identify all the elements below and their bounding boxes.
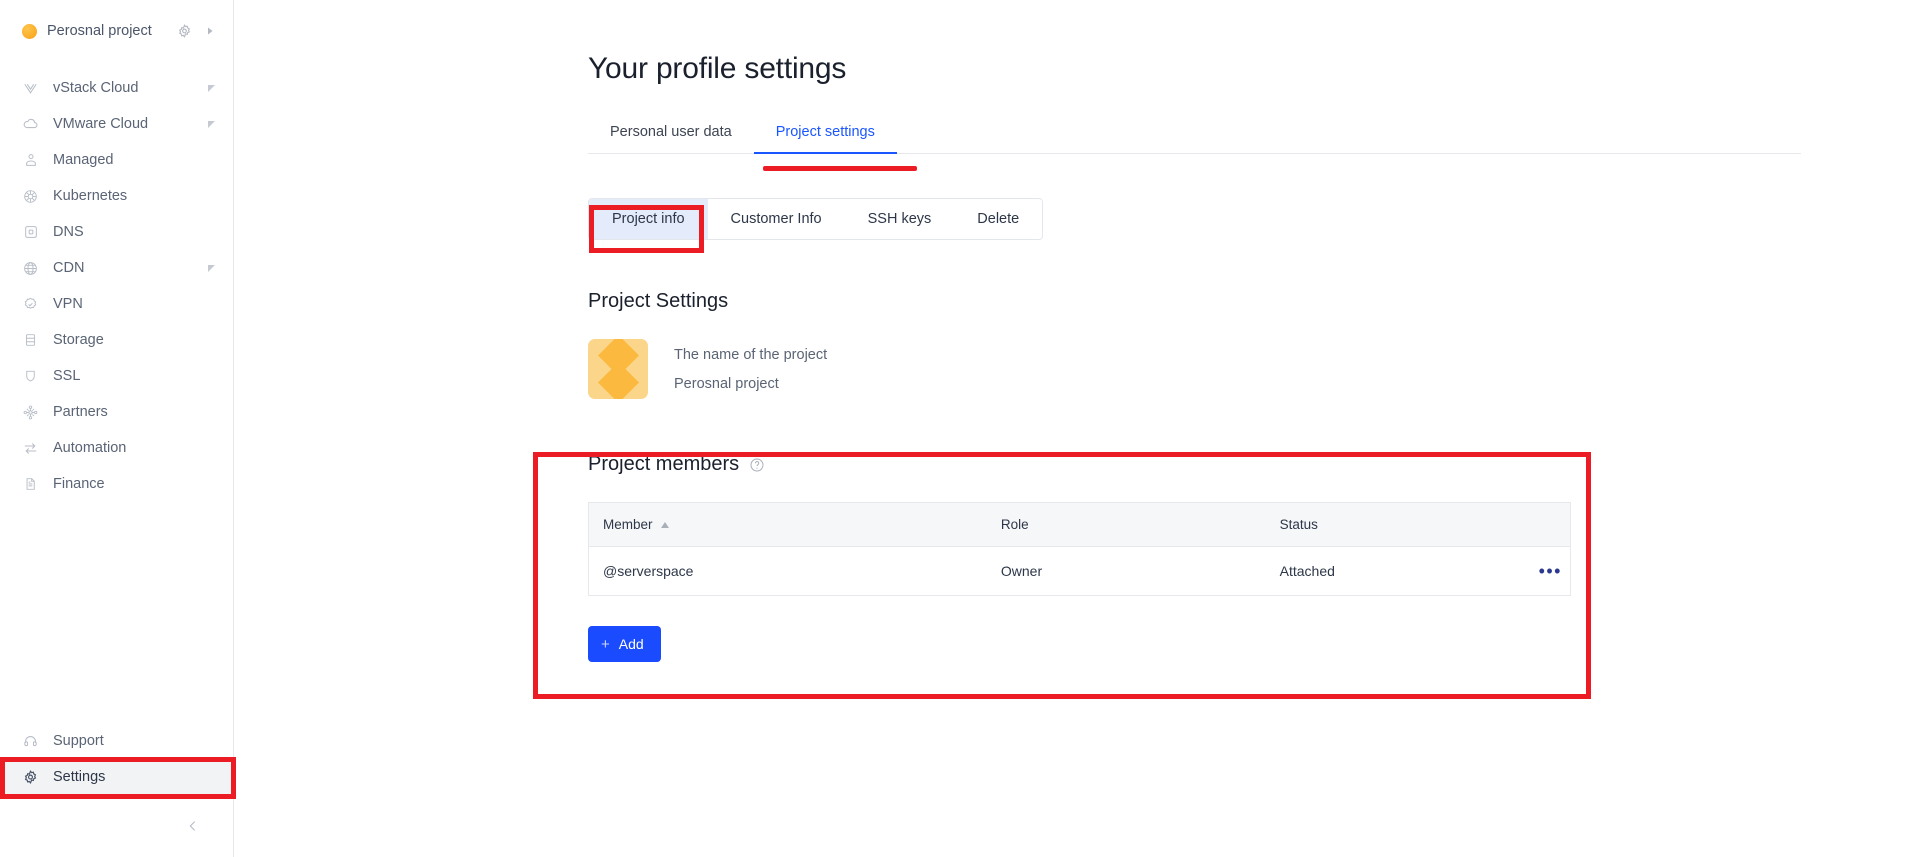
sidebar-item-kubernetes[interactable]: Kubernetes xyxy=(0,178,233,214)
expand-caret-icon[interactable] xyxy=(208,264,215,272)
row-more-options-icon[interactable]: ••• xyxy=(1539,562,1570,580)
project-settings-subtabs: Project info Customer Info SSH keys Dele… xyxy=(588,198,1044,240)
project-avatar-dot xyxy=(22,23,37,39)
project-members-heading: Project members xyxy=(588,453,740,475)
project-settings-heading: Project Settings xyxy=(588,290,729,312)
column-header-member-label: Member xyxy=(603,517,653,532)
sidebar-item-label: Support xyxy=(53,733,104,749)
subtab-delete[interactable]: Delete xyxy=(954,199,1043,239)
sidebar-nav: vStack Cloud VMware Cloud Managed Kubern… xyxy=(0,62,233,502)
sidebar-item-label: Storage xyxy=(53,332,104,348)
column-header-member[interactable]: Member xyxy=(588,502,987,547)
automation-icon xyxy=(22,440,39,457)
column-header-status-label: Status xyxy=(1279,517,1318,532)
headset-icon xyxy=(22,733,39,750)
sidebar-item-label: VPN xyxy=(53,296,83,312)
sidebar-item-label: DNS xyxy=(53,224,84,240)
sidebar-item-label: Managed xyxy=(53,152,114,168)
column-header-role[interactable]: Role xyxy=(986,502,1266,547)
table-row[interactable]: @serverspace Owner Attached ••• xyxy=(588,546,1571,596)
subtab-project-info[interactable]: Project info xyxy=(589,199,708,239)
project-members-table: Member Role Status @serverspace Owner At… xyxy=(588,502,1571,596)
sidebar-item-dns[interactable]: DNS xyxy=(0,214,233,250)
kubernetes-icon xyxy=(22,188,39,205)
sidebar-item-support[interactable]: Support xyxy=(0,723,233,759)
sidebar-item-vmware-cloud[interactable]: VMware Cloud xyxy=(0,106,233,142)
column-header-actions xyxy=(1524,502,1571,547)
shield-icon xyxy=(22,368,39,385)
dns-icon xyxy=(22,224,39,241)
sidebar-bottom-nav: Support Settings xyxy=(0,723,233,857)
sidebar-item-storage[interactable]: Storage xyxy=(0,322,233,358)
sidebar-item-label: SSL xyxy=(53,368,81,384)
gear-icon xyxy=(22,769,39,786)
cell-actions: ••• xyxy=(1524,546,1571,596)
sidebar-item-label: Kubernetes xyxy=(53,188,128,204)
project-name-field: The name of the project Perosnal project xyxy=(674,347,827,392)
table-head: Member Role Status xyxy=(588,502,1571,547)
add-member-button-label: Add xyxy=(618,636,644,652)
expand-caret-icon[interactable] xyxy=(208,84,215,92)
cell-status: Attached xyxy=(1265,546,1525,596)
sidebar-item-label: VMware Cloud xyxy=(53,116,149,132)
sidebar-item-label: Partners xyxy=(53,404,108,420)
sidebar-item-settings[interactable]: Settings xyxy=(0,759,233,795)
document-icon xyxy=(22,476,39,493)
managed-icon xyxy=(22,152,39,169)
database-icon xyxy=(22,332,39,349)
chevron-left-icon[interactable] xyxy=(183,816,203,836)
sidebar-item-partners[interactable]: Partners xyxy=(0,394,233,430)
vstack-icon xyxy=(22,80,39,97)
project-switcher[interactable]: Perosnal project xyxy=(0,0,233,62)
project-avatar-image xyxy=(588,339,648,399)
main-tabs: Personal user data Project settings xyxy=(588,114,1801,154)
tab-personal-user-data[interactable]: Personal user data xyxy=(588,114,754,153)
sidebar-item-label: CDN xyxy=(53,260,85,276)
cell-member: @serverspace xyxy=(588,546,987,596)
sidebar-item-label: Settings xyxy=(53,769,106,785)
sidebar-collapse-row xyxy=(0,795,233,857)
sidebar: Perosnal project vStack Cloud VMware Clo… xyxy=(0,0,234,857)
tab-project-settings[interactable]: Project settings xyxy=(753,114,898,154)
cloud-icon xyxy=(22,116,39,133)
sort-ascending-icon[interactable] xyxy=(660,521,669,528)
question-circle-icon[interactable] xyxy=(749,457,765,473)
main-content: Your profile settings Personal user data… xyxy=(234,0,1918,857)
subtab-customer-info[interactable]: Customer Info xyxy=(707,199,845,239)
table-header-row: Member Role Status xyxy=(588,502,1571,547)
column-header-role-label: Role xyxy=(1000,517,1029,532)
project-name-label: The name of the project xyxy=(674,346,828,363)
sidebar-item-cdn[interactable]: CDN xyxy=(0,250,233,286)
gear-icon[interactable] xyxy=(175,22,193,40)
add-member-button[interactable]: + Add xyxy=(588,626,661,662)
vpn-badge-icon xyxy=(22,296,39,313)
sidebar-item-automation[interactable]: Automation xyxy=(0,430,233,466)
sidebar-item-finance[interactable]: Finance xyxy=(0,466,233,502)
sidebar-item-label: Finance xyxy=(53,476,105,492)
sidebar-item-ssl[interactable]: SSL xyxy=(0,358,233,394)
page-title: Your profile settings xyxy=(588,52,847,85)
globe-icon xyxy=(22,260,39,277)
sidebar-item-label: vStack Cloud xyxy=(53,80,139,96)
sidebar-item-managed[interactable]: Managed xyxy=(0,142,233,178)
column-header-status[interactable]: Status xyxy=(1265,502,1525,547)
plus-icon: + xyxy=(601,635,610,653)
expand-caret-icon[interactable] xyxy=(208,120,215,128)
sidebar-item-label: Automation xyxy=(53,440,127,456)
partners-icon xyxy=(22,404,39,421)
cell-role: Owner xyxy=(986,546,1266,596)
project-name-value: Perosnal project xyxy=(674,375,779,392)
project-members-header: Project members xyxy=(588,453,1918,476)
caret-right-icon[interactable] xyxy=(203,24,217,38)
project-identity-row: The name of the project Perosnal project xyxy=(588,339,1918,399)
subtab-ssh-keys[interactable]: SSH keys xyxy=(844,199,955,239)
sidebar-item-vpn[interactable]: VPN xyxy=(0,286,233,322)
diamond-bottom-icon xyxy=(597,361,639,399)
sidebar-item-vstack-cloud[interactable]: vStack Cloud xyxy=(0,70,233,106)
app-root: Perosnal project vStack Cloud VMware Clo… xyxy=(0,0,1918,857)
project-switcher-label: Perosnal project xyxy=(47,23,152,39)
table-body: @serverspace Owner Attached ••• xyxy=(588,546,1571,596)
